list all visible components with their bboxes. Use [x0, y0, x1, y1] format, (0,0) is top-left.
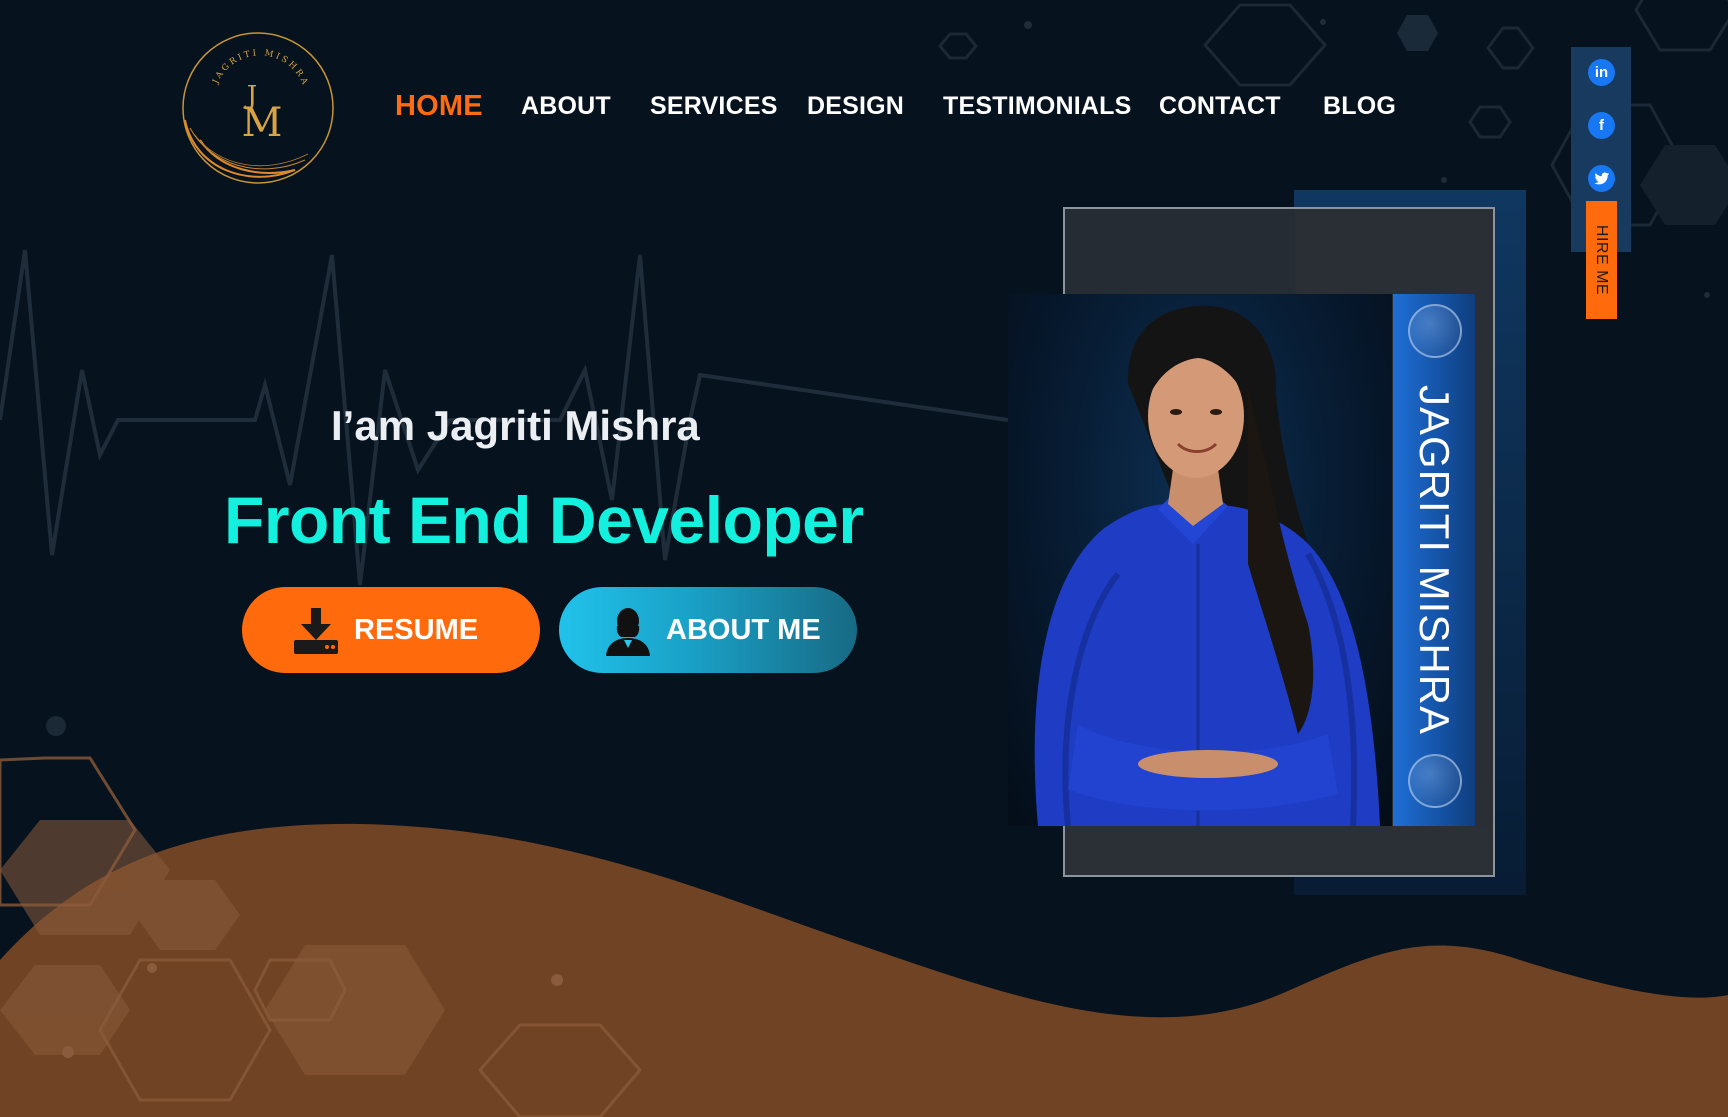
hire-me-button[interactable]: HIRE ME — [1586, 201, 1617, 319]
main-nav: HOME ABOUT SERVICES DESIGN TESTIMONIALS … — [0, 90, 1500, 128]
vertical-name: JAGRITI MISHRA — [1411, 384, 1458, 736]
nav-testimonials[interactable]: TESTIMONIALS — [943, 92, 1132, 121]
hero-intro: I’am Jagriti Mishra — [331, 402, 700, 449]
name-banner: JAGRITI MISHRA — [1393, 294, 1475, 826]
linkedin-icon[interactable]: in — [1588, 59, 1615, 86]
facebook-icon[interactable]: f — [1588, 112, 1615, 139]
twitter-bird-glyph — [1594, 172, 1609, 184]
nav-contact[interactable]: CONTACT — [1159, 92, 1281, 121]
nav-about[interactable]: ABOUT — [521, 92, 611, 121]
banner-circle-bottom — [1408, 754, 1462, 808]
twitter-icon[interactable] — [1588, 165, 1615, 192]
resume-button[interactable]: RESUME — [242, 587, 540, 673]
frame-bottom-panel — [1065, 826, 1493, 875]
profile-photo — [1008, 294, 1392, 826]
nav-blog[interactable]: BLOG — [1323, 92, 1396, 121]
resume-label: RESUME — [354, 613, 479, 646]
hire-me-label: HIRE ME — [1593, 224, 1611, 296]
download-icon — [294, 608, 338, 654]
svg-text:JAGRITI MISHRA: JAGRITI MISHRA — [211, 48, 311, 88]
person-icon — [606, 608, 650, 656]
about-me-button[interactable]: ABOUT ME — [559, 587, 857, 673]
frame-top-panel — [1065, 209, 1295, 294]
nav-design[interactable]: DESIGN — [807, 92, 904, 121]
hero-role: Front End Developer — [224, 483, 864, 557]
nav-home[interactable]: HOME — [395, 90, 483, 123]
logo-ring-text: JAGRITI MISHRA — [211, 48, 308, 88]
about-me-label: ABOUT ME — [666, 613, 821, 646]
nav-services[interactable]: SERVICES — [650, 92, 778, 121]
